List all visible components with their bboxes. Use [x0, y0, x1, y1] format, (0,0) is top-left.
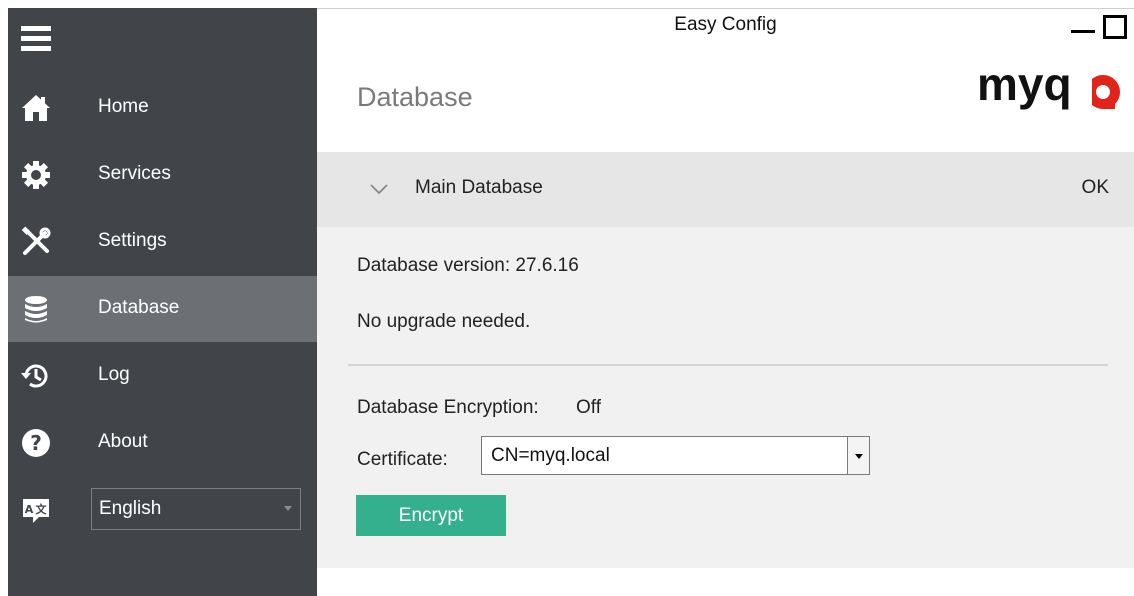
history-icon: [21, 364, 48, 388]
main-database-panel-header[interactable]: Main Database OK: [317, 152, 1134, 227]
sidebar-item-home[interactable]: Home: [8, 75, 317, 141]
sidebar-item-label: Settings: [98, 230, 167, 251]
certificate-label: Certificate:: [357, 449, 448, 470]
sidebar-item-about[interactable]: ? About: [8, 410, 317, 476]
svg-text:A: A: [25, 503, 34, 516]
database-version: Database version: 27.6.16: [357, 255, 579, 276]
language-select[interactable]: English: [91, 488, 301, 530]
window-titlebar: Easy Config: [317, 8, 1134, 44]
encryption-label: Database Encryption:: [357, 397, 539, 418]
help-icon: ?: [22, 429, 50, 457]
maximize-button[interactable]: [1103, 15, 1127, 39]
svg-text:文: 文: [36, 502, 48, 516]
dropdown-arrow-icon[interactable]: [847, 437, 869, 474]
svg-text:?: ?: [30, 431, 42, 455]
gear-icon: [22, 161, 50, 189]
status-badge: OK: [1081, 177, 1109, 198]
sidebar-item-log[interactable]: Log: [8, 343, 317, 409]
chevron-down-icon: [284, 506, 292, 511]
chevron-down-icon: [370, 184, 388, 195]
panel-title: Main Database: [415, 177, 543, 198]
sidebar-item-label: Database: [98, 297, 180, 318]
encrypt-button[interactable]: Encrypt: [356, 495, 506, 536]
sidebar-item-services[interactable]: Services: [8, 142, 317, 208]
page-title: Database: [357, 82, 473, 112]
tools-icon: [21, 226, 51, 255]
sidebar-item-label: Log: [98, 364, 130, 385]
sidebar-item-database[interactable]: Database: [8, 276, 317, 342]
sidebar: Home Services Settings Database Log ? Ab…: [8, 8, 317, 596]
language-icon: A 文: [23, 499, 49, 523]
certificate-value: CN=myq.local: [491, 445, 610, 466]
certificate-select[interactable]: CN=myq.local: [481, 436, 870, 475]
myq-logo: myq: [977, 64, 1120, 110]
sidebar-item-label: Services: [98, 163, 171, 184]
minimize-button[interactable]: [1071, 13, 1095, 39]
sidebar-item-settings[interactable]: Settings: [8, 209, 317, 275]
window-title: Easy Config: [674, 14, 777, 35]
encryption-value: Off: [576, 397, 601, 418]
sidebar-item-label: Home: [98, 96, 149, 117]
upgrade-status: No upgrade needed.: [357, 311, 531, 332]
sidebar-item-label: About: [98, 431, 148, 452]
home-icon: [22, 95, 50, 121]
divider: [348, 364, 1108, 366]
hamburger-menu-icon[interactable]: [21, 26, 51, 52]
logo-text: myq: [977, 64, 1072, 110]
language-value: English: [99, 498, 162, 519]
database-icon: [25, 296, 47, 323]
